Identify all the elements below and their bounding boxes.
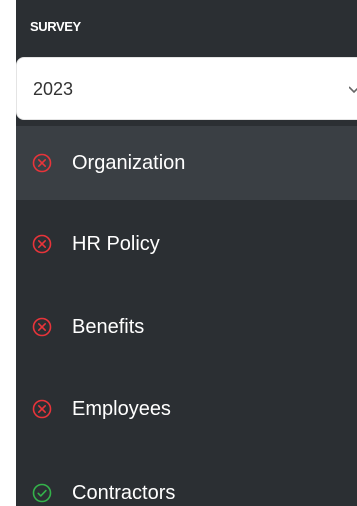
check-circle-icon — [32, 483, 52, 503]
sidebar-item-label: Employees — [72, 398, 171, 420]
error-circle-icon — [32, 317, 52, 337]
sidebar-item-label: Organization — [72, 152, 186, 174]
sidebar-item-employees[interactable]: Employees — [16, 372, 357, 446]
section-title: SURVEY — [30, 19, 81, 34]
sidebar-item-label: HR Policy — [72, 233, 160, 255]
sidebar-item-hr-policy[interactable]: HR Policy — [16, 207, 357, 281]
year-select-value: 2023 — [33, 79, 74, 99]
sidebar-item-label: Contractors — [72, 482, 176, 504]
sidebar-item-label: Benefits — [72, 316, 145, 338]
error-circle-icon — [32, 153, 52, 173]
error-circle-icon — [32, 399, 52, 419]
chevron-down-icon — [349, 80, 357, 98]
sidebar-item-contractors[interactable]: Contractors — [16, 456, 357, 506]
year-select[interactable]: 2023 — [16, 57, 357, 120]
survey-sidebar: SURVEY 2023 Organization HR Policy Benef… — [16, 0, 357, 506]
error-circle-icon — [32, 234, 52, 254]
sidebar-item-organization[interactable]: Organization — [16, 126, 357, 200]
sidebar-item-benefits[interactable]: Benefits — [16, 290, 357, 364]
